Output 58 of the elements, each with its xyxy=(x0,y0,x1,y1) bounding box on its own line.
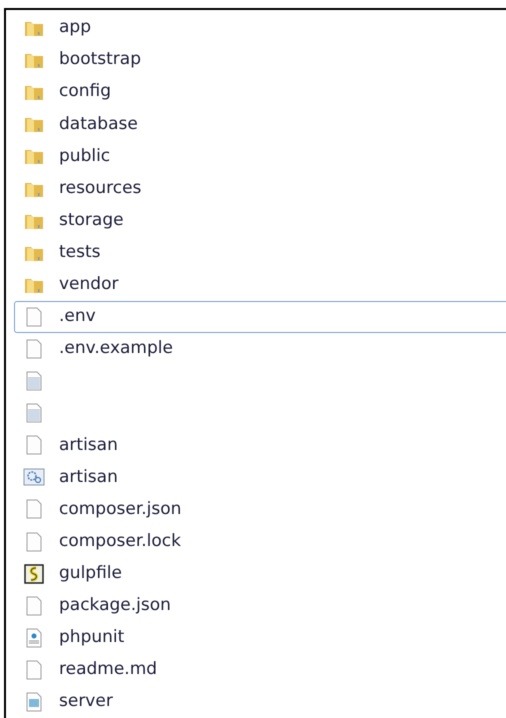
folder-icon xyxy=(24,115,44,134)
file-item[interactable]: gulpfile xyxy=(14,558,506,590)
file-item[interactable]: bootstrap xyxy=(14,44,506,76)
text-file-icon xyxy=(24,403,44,424)
file-item[interactable]: config xyxy=(14,76,506,108)
file-item[interactable]: phpunit xyxy=(14,622,506,654)
file-item[interactable]: public xyxy=(14,140,506,172)
file-icon xyxy=(24,306,44,327)
file-item[interactable]: composer.json xyxy=(14,493,506,526)
file-item[interactable]: artisan xyxy=(14,429,506,462)
file-name: phpunit xyxy=(59,626,124,650)
file-name: app xyxy=(59,16,91,40)
file-name: resources xyxy=(59,176,142,200)
file-name: bootstrap xyxy=(59,48,141,72)
file-item[interactable]: vendor xyxy=(14,268,506,301)
file-item[interactable]: database xyxy=(14,108,506,140)
file-name: server xyxy=(59,690,113,714)
file-icon xyxy=(24,532,44,552)
file-name: artisan xyxy=(59,434,118,457)
file-name: package.json xyxy=(59,594,171,617)
file-name: composer.json xyxy=(59,498,182,521)
file-name: storage xyxy=(59,208,124,232)
file-item[interactable]: storage xyxy=(14,204,506,237)
file-icon xyxy=(24,338,44,359)
web-file-icon xyxy=(24,628,44,648)
file-item[interactable]: app xyxy=(14,12,506,44)
file-item[interactable]: .env xyxy=(14,300,506,333)
file-name: public xyxy=(59,144,110,168)
gear-file-icon xyxy=(23,467,45,488)
file-name: artisan xyxy=(59,466,118,489)
script-file-icon xyxy=(24,564,44,584)
text-file-icon xyxy=(24,371,44,392)
file-item[interactable]: tests xyxy=(14,236,506,269)
file-name: gulpfile xyxy=(59,562,122,585)
file-item[interactable]: readme.md xyxy=(14,654,506,686)
file-icon xyxy=(24,596,44,616)
file-icon xyxy=(24,499,44,520)
file-item[interactable]: artisan xyxy=(14,461,506,494)
file-name: database xyxy=(59,112,138,136)
file-name: readme.md xyxy=(59,658,158,682)
file-item[interactable]: package.json xyxy=(14,590,506,622)
file-item[interactable]: resources xyxy=(14,172,506,205)
file-item[interactable]: server xyxy=(14,686,506,718)
file-name: composer.lock xyxy=(59,530,181,553)
app-file-icon xyxy=(24,692,44,712)
file-name: vendor xyxy=(59,273,118,296)
file-name: .env xyxy=(59,305,96,328)
file-item[interactable]: .env.example xyxy=(14,332,506,366)
folder-icon xyxy=(24,19,44,38)
file-icon xyxy=(24,435,44,456)
file-name: tests xyxy=(59,240,101,264)
folder-icon xyxy=(24,51,44,70)
file-name: config xyxy=(59,80,112,104)
file-icon xyxy=(24,660,44,680)
folder-icon xyxy=(24,83,44,102)
folder-icon xyxy=(24,147,44,166)
file-item[interactable]: composer.lock xyxy=(14,526,506,558)
file-name: .env.example xyxy=(59,337,173,360)
